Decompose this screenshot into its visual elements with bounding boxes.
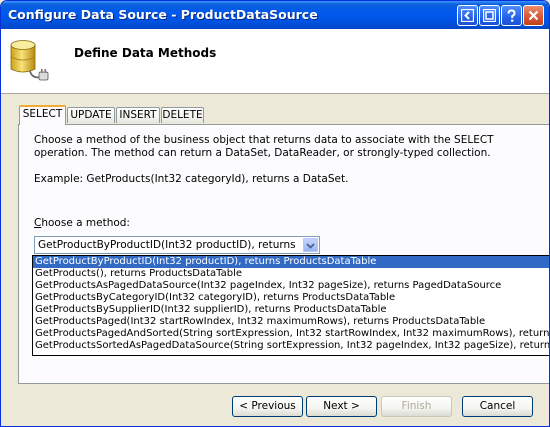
back-icon — [461, 9, 474, 22]
dropdown-button[interactable] — [303, 238, 318, 252]
chevron-down-icon — [306, 243, 315, 249]
method-option[interactable]: GetProductByProductID(Int32 productID), … — [33, 256, 549, 268]
method-description: Choose a method of the business object t… — [34, 134, 494, 159]
finish-button[interactable]: Finish — [381, 396, 452, 417]
method-option[interactable]: GetProductsByCategoryID(Int32 categoryID… — [33, 292, 549, 304]
tab-label: INSERT — [119, 109, 157, 121]
title-bar[interactable]: Configure Data Source - ProductDataSourc… — [1, 1, 549, 29]
previous-button[interactable]: < Previous — [232, 396, 303, 417]
method-option[interactable]: GetProductsBySupplierID(Int32 supplierID… — [33, 304, 549, 316]
method-option[interactable]: GetProductsPaged(Int32 startRowIndex, In… — [33, 316, 549, 328]
method-option[interactable]: GetProductsAsPagedDataSource(Int32 pageI… — [33, 280, 549, 292]
tab-delete[interactable]: DELETE — [161, 107, 204, 123]
method-dropdown-list[interactable]: GetProductByProductID(Int32 productID), … — [32, 255, 549, 356]
method-option[interactable]: GetProducts(), returns ProductsDataTable — [33, 268, 549, 280]
close-icon — [528, 10, 539, 21]
method-select[interactable]: GetProductByProductID(Int32 productID), … — [34, 236, 320, 254]
selected-method: GetProductByProductID(Int32 productID), … — [38, 239, 300, 251]
close-button[interactable] — [523, 5, 544, 26]
tab-update[interactable]: UPDATE — [67, 107, 115, 123]
method-option[interactable]: GetProductsSortedAsPagedDataSource(Strin… — [33, 340, 549, 352]
method-option[interactable]: GetProductsPagedAndSorted(String sortExp… — [33, 328, 549, 340]
window-title: Configure Data Source - ProductDataSourc… — [8, 7, 318, 22]
back-button[interactable] — [457, 5, 478, 26]
restore-button[interactable] — [479, 5, 500, 26]
page-title: Define Data Methods — [74, 46, 217, 60]
choose-method-label: Choose a method: — [34, 217, 130, 229]
next-button[interactable]: Next > — [306, 396, 377, 417]
tab-label: DELETE — [162, 109, 203, 121]
tab-select[interactable]: SELECT — [19, 105, 66, 125]
tab-insert[interactable]: INSERT — [116, 107, 160, 123]
database-icon — [10, 40, 49, 81]
tab-label: UPDATE — [70, 109, 112, 121]
wizard-header: Define Data Methods — [1, 29, 549, 94]
cancel-button[interactable]: Cancel — [462, 396, 533, 417]
help-button[interactable] — [501, 5, 522, 26]
dialog-window: Configure Data Source - ProductDataSourc… — [0, 0, 550, 427]
help-icon — [507, 9, 516, 22]
example-text: Example: GetProducts(Int32 categoryId), … — [34, 173, 349, 185]
tab-label: SELECT — [22, 108, 63, 120]
restore-icon — [483, 9, 496, 22]
